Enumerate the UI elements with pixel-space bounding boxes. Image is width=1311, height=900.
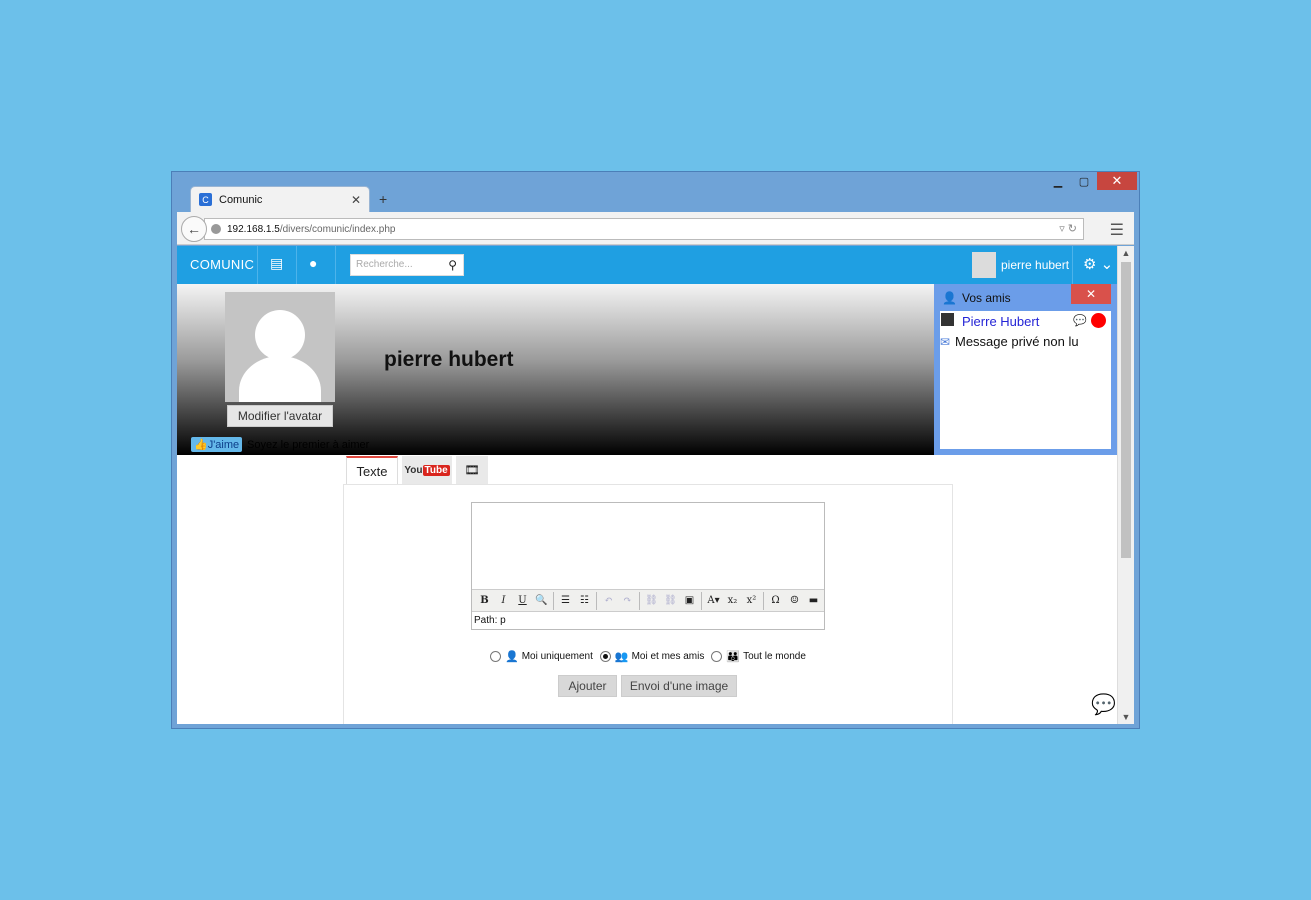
chat-bubble-icon[interactable]: 💬 (1091, 692, 1116, 717)
underline-icon[interactable]: U (513, 592, 532, 610)
friends-close-button[interactable]: ✕ (1071, 284, 1111, 304)
search-input[interactable]: Recherche... ⚲ (350, 254, 464, 276)
undo-icon[interactable]: ↶ (599, 592, 618, 610)
scroll-up-icon[interactable]: ▲ (1118, 246, 1134, 260)
page-viewport: COMUNIC ▤ ● Recherche... ⚲ pierre hubert… (177, 246, 1134, 724)
browser-window: ▁ ▢ ✕ C Comunic ✕ + 192.168.1.5/divers/c… (171, 171, 1140, 729)
nav-divider (1072, 246, 1073, 284)
profile-avatar (225, 292, 335, 402)
tab-youtube[interactable]: You Tube (402, 456, 452, 484)
minimize-button[interactable]: ▁ (1045, 172, 1071, 190)
chat-icon[interactable]: 💬 (1073, 314, 1087, 327)
editor-toolbar: B I U 🔍 ☰ ☷ ↶ ↷ ⛓ ⛓ ▣ A▾ x₂ x² Ω ☺ ▬ (472, 589, 824, 612)
profile-name: pierre hubert (384, 348, 514, 371)
subscript-icon[interactable]: x₂ (723, 592, 742, 610)
friends-header: 👤 Vos amis ✕ (934, 284, 1117, 311)
friends-title: Vos amis (962, 291, 1011, 305)
app-navbar: COMUNIC ▤ ● Recherche... ⚲ pierre hubert… (177, 246, 1117, 284)
image-icon[interactable]: ▣ (680, 592, 699, 610)
mail-icon: ✉ (940, 335, 951, 349)
omega-icon[interactable]: Ω (766, 592, 785, 610)
modify-avatar-button[interactable]: Modifier l'avatar (227, 405, 333, 427)
post-type-tabs: Texte You Tube 🎞 (346, 456, 492, 484)
globe-icon (211, 224, 221, 234)
tab-close-icon[interactable]: ✕ (351, 193, 361, 207)
like-text: Soyez le premier à aimer (247, 439, 370, 451)
hr-icon[interactable]: ▬ (804, 592, 823, 610)
numbered-list-icon[interactable]: ☷ (575, 592, 594, 610)
redo-icon[interactable]: ↷ (618, 592, 637, 610)
private-label: Moi uniquement (521, 651, 593, 662)
radio-friends[interactable] (599, 651, 611, 662)
person-icon: 👤 (942, 291, 957, 305)
tab-video[interactable]: 🎞 (456, 456, 488, 484)
thumbs-up-icon: 👍 (194, 439, 208, 451)
scroll-down-icon[interactable]: ▼ (1118, 710, 1134, 724)
unread-message-text[interactable]: Message privé non lu (955, 334, 1079, 349)
smiley-icon[interactable]: ☺ (785, 592, 804, 610)
like-button[interactable]: 👍 J'aime (191, 437, 243, 452)
italic-icon[interactable]: I (494, 592, 513, 610)
unlink-icon[interactable]: ⛓ (661, 592, 680, 610)
back-button[interactable]: ← (181, 216, 207, 242)
favicon-icon: C (199, 193, 212, 206)
username-link[interactable]: pierre hubert (1001, 258, 1069, 272)
post-composer: B I U 🔍 ☰ ☷ ↶ ↷ ⛓ ⛓ ▣ A▾ x₂ x² Ω ☺ ▬ Pat… (343, 484, 953, 724)
newspaper-icon[interactable]: ▤ (270, 255, 283, 272)
friends-panel: 👤 Vos amis ✕ Pierre Hubert 💬 ✉ Message p… (934, 284, 1117, 455)
link-icon[interactable]: ⛓ (642, 592, 661, 610)
new-tab-button[interactable]: + (379, 191, 387, 207)
friends-icon: 👥 (614, 651, 629, 663)
friend-name[interactable]: Pierre Hubert (962, 314, 1039, 329)
profile-cover: Modifier l'avatar pierre hubert 👍 J'aime… (177, 284, 934, 455)
friend-avatar[interactable] (941, 313, 954, 326)
text-color-icon[interactable]: A▾ (704, 592, 723, 610)
brand-link[interactable]: COMUNIC (190, 257, 254, 272)
nav-divider (257, 246, 258, 284)
search-icon[interactable]: ⚲ (448, 258, 457, 272)
url-host: 192.168.1.5 (227, 223, 280, 235)
nav-divider (296, 246, 297, 284)
rich-text-editor: B I U 🔍 ☰ ☷ ↶ ↷ ⛓ ⛓ ▣ A▾ x₂ x² Ω ☺ ▬ Pat… (471, 502, 825, 630)
window-controls: ▁ ▢ ✕ (1045, 172, 1137, 192)
film-icon: 🎞 (464, 463, 480, 477)
radio-private[interactable] (490, 651, 501, 662)
avatar[interactable] (972, 252, 996, 278)
search-placeholder: Recherche... (356, 259, 413, 270)
add-button[interactable]: Ajouter (558, 675, 617, 697)
reload-icon[interactable]: ▿ ↻ (1059, 222, 1077, 235)
visibility-options: 👤 Moi uniquement 👥 Moi et mes amis 👪 Tou… (490, 650, 813, 663)
url-path: /divers/comunic/index.php (279, 223, 396, 235)
maximize-button[interactable]: ▢ (1071, 172, 1097, 190)
scroll-thumb[interactable] (1121, 262, 1131, 558)
browser-tab[interactable]: C Comunic ✕ (190, 186, 370, 212)
find-icon[interactable]: 🔍 (532, 592, 551, 610)
editor-path: Path: p (474, 615, 506, 626)
address-bar[interactable]: 192.168.1.5/divers/comunic/index.php ▿ ↻ (204, 218, 1084, 240)
editor-textarea[interactable] (472, 503, 824, 589)
send-image-button[interactable]: Envoi d'une image (621, 675, 737, 697)
friends-list: Pierre Hubert 💬 ✉ Message privé non lu (940, 311, 1111, 449)
bullet-list-icon[interactable]: ☰ (556, 592, 575, 610)
scrollbar[interactable]: ▲ ▼ (1117, 246, 1134, 724)
friends-label: Moi et mes amis (631, 651, 705, 662)
radio-public[interactable] (711, 651, 723, 662)
tab-text[interactable]: Texte (346, 456, 398, 484)
browser-toolbar: 192.168.1.5/divers/comunic/index.php ▿ ↻… (177, 212, 1134, 245)
public-label: Tout le monde (743, 651, 806, 662)
youtube-icon: You Tube (404, 464, 450, 476)
single-user-icon: 👤 (505, 651, 519, 663)
close-window-button[interactable]: ✕ (1097, 172, 1137, 190)
user-icon[interactable]: ● (309, 255, 317, 271)
tab-title: Comunic (219, 193, 263, 206)
nav-divider (335, 246, 336, 284)
status-dot (1091, 313, 1106, 328)
gear-icon[interactable]: ⚙ ⌄ (1083, 255, 1113, 273)
bold-icon[interactable]: B (475, 592, 494, 610)
browser-menu-icon[interactable]: ☰ (1110, 220, 1124, 240)
like-label: J'aime (207, 438, 240, 451)
group-icon: 👪 (726, 651, 741, 663)
superscript-icon[interactable]: x² (742, 592, 761, 610)
